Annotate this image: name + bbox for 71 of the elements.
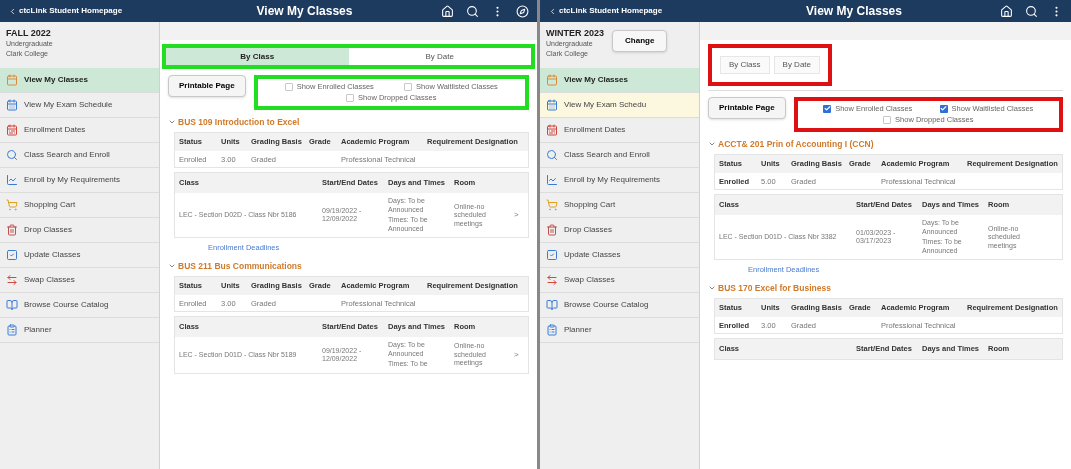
sidebar-item[interactable]: View My Classes <box>540 68 699 93</box>
view-tab[interactable]: By Class <box>166 48 349 65</box>
calendar-icon <box>6 124 18 136</box>
calendar-icon <box>6 99 18 111</box>
search-icon <box>6 149 18 161</box>
change-button[interactable]: Change <box>612 30 668 52</box>
sidebar-item[interactable]: Browse Course Catalog <box>0 293 159 318</box>
row-chevron[interactable]: > <box>514 350 524 360</box>
view-tab[interactable]: By Class <box>720 56 770 74</box>
sidebar-item[interactable]: Shopping Cart <box>0 193 159 218</box>
sidebar-item[interactable]: Update Classes <box>0 243 159 268</box>
checkbox[interactable] <box>823 104 832 113</box>
sidebar-item[interactable]: Enrollment Dates <box>0 118 159 143</box>
checkbox[interactable] <box>346 93 355 102</box>
sidebar-item[interactable]: Drop Classes <box>540 218 699 243</box>
sidebar-item[interactable]: View My Classes <box>0 68 159 93</box>
line-chart-icon <box>6 174 18 186</box>
cart-icon <box>6 199 18 211</box>
term-name: FALL 2022 <box>6 28 52 39</box>
calendar-icon <box>546 74 558 86</box>
sidebar-item[interactable]: Enrollment Dates <box>540 118 699 143</box>
search-icon[interactable] <box>466 4 479 18</box>
checkbox[interactable] <box>284 82 293 91</box>
trash-icon <box>546 224 558 236</box>
sidebar-item[interactable]: Planner <box>540 318 699 343</box>
printable-page-button[interactable]: Printable Page <box>708 97 786 119</box>
back-chevron-icon <box>8 6 17 16</box>
clipboard-icon <box>6 324 18 336</box>
sidebar-item[interactable]: Drop Classes <box>0 218 159 243</box>
checkbox[interactable] <box>939 104 948 113</box>
home-icon[interactable] <box>1000 4 1013 18</box>
checkbox[interactable] <box>883 115 892 124</box>
calendar-icon <box>6 74 18 86</box>
clipboard-icon <box>546 324 558 336</box>
sidebar-item[interactable]: Update Classes <box>540 243 699 268</box>
view-tab[interactable]: By Date <box>773 56 821 74</box>
swap-arrows-icon <box>6 274 18 286</box>
swap-arrows-icon <box>546 274 558 286</box>
cart-icon <box>546 199 558 211</box>
row-chevron[interactable]: > <box>514 211 524 220</box>
book-icon <box>6 299 18 311</box>
back-chevron-icon <box>548 6 557 16</box>
back-link[interactable]: ctcLink Student Homepage <box>8 5 168 17</box>
search-icon <box>546 149 558 161</box>
sidebar-item[interactable]: View My Exam Schedule <box>0 93 159 118</box>
page-title: View My Classes <box>255 3 354 20</box>
sidebar-item[interactable]: Browse Course Catalog <box>540 293 699 318</box>
sidebar-item[interactable]: Planner <box>0 318 159 343</box>
page-title: View My Classes <box>805 3 903 20</box>
checkbox-icon <box>6 249 18 261</box>
search-icon[interactable] <box>1025 4 1038 18</box>
sidebar-item[interactable]: Swap Classes <box>540 268 699 293</box>
home-icon[interactable] <box>441 4 454 18</box>
checkbox-icon <box>546 249 558 261</box>
trash-icon <box>6 224 18 236</box>
sidebar-item[interactable]: Enroll by My Requirements <box>0 168 159 193</box>
sidebar-item[interactable]: Enroll by My Requirements <box>540 168 699 193</box>
compass-icon[interactable] <box>516 4 529 18</box>
checkbox[interactable] <box>404 82 413 91</box>
sidebar-item[interactable]: View My Exam Schedu <box>540 93 699 118</box>
term-name: WINTER 2023 <box>546 28 605 39</box>
sidebar-item[interactable]: Shopping Cart <box>540 193 699 218</box>
back-link[interactable]: ctcLink Student Homepage <box>548 5 708 17</box>
printable-page-button[interactable]: Printable Page <box>168 75 246 97</box>
calendar-icon <box>546 124 558 136</box>
line-chart-icon <box>546 174 558 186</box>
sidebar-item[interactable]: Swap Classes <box>0 268 159 293</box>
sidebar-item[interactable]: Class Search and Enroll <box>540 143 699 168</box>
calendar-icon <box>546 99 558 111</box>
sidebar-item[interactable]: Class Search and Enroll <box>0 143 159 168</box>
book-icon <box>546 299 558 311</box>
